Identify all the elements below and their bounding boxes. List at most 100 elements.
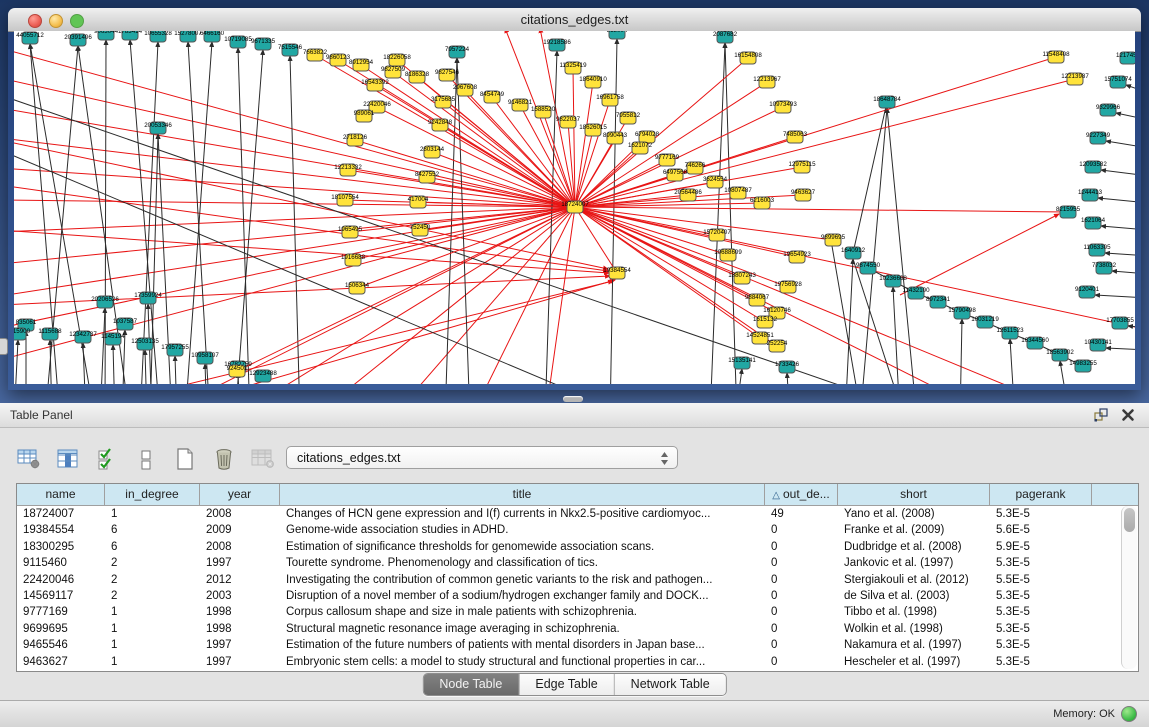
show-columns-icon[interactable] <box>55 447 81 471</box>
table-cell[interactable]: Estimation of the future numbers of pati… <box>280 637 765 653</box>
table-cell[interactable]: 1 <box>105 637 200 653</box>
table-row[interactable]: 911546021997Tourette syndrome. Phenomeno… <box>17 555 1138 571</box>
table-cell[interactable]: Stergiakouli et al. (2012) <box>838 572 990 588</box>
table-cell[interactable]: Nakamura et al. (1997) <box>838 637 990 653</box>
table-cell[interactable]: Yano et al. (2008) <box>838 506 990 522</box>
table-cell[interactable]: 14569117 <box>17 588 105 604</box>
table-cell[interactable]: 2 <box>105 572 200 588</box>
table-row[interactable]: 1872400712008Changes of HCN gene express… <box>17 506 1138 522</box>
table-cell[interactable]: 2 <box>105 588 200 604</box>
new-column-icon[interactable] <box>172 447 198 471</box>
column-header-year[interactable]: year <box>200 484 280 505</box>
table-row[interactable]: 946554611997Estimation of the future num… <box>17 637 1138 653</box>
table-mode-icon[interactable] <box>16 447 42 471</box>
close-icon[interactable] <box>1121 408 1135 422</box>
table-cell[interactable]: 1 <box>105 654 200 670</box>
table-cell[interactable]: 9115460 <box>17 555 105 571</box>
network-graph-canvas[interactable]: 4405571220391406906304417834141065532815… <box>14 31 1135 384</box>
table-cell[interactable]: 2008 <box>200 539 280 555</box>
table-cell[interactable]: 5.9E-5 <box>990 539 1092 555</box>
table-cell[interactable]: Wolkin et al. (1998) <box>838 621 990 637</box>
table-cell[interactable]: 0 <box>765 604 838 620</box>
table-cell[interactable]: 0 <box>765 588 838 604</box>
table-cell[interactable]: 2 <box>105 555 200 571</box>
table-cell[interactable]: 6 <box>105 522 200 538</box>
table-cell[interactable]: 0 <box>765 621 838 637</box>
hidden-panel-handle[interactable] <box>0 338 8 355</box>
table-cell[interactable]: 5.3E-5 <box>990 604 1092 620</box>
table-cell[interactable]: Estimation of significance thresholds fo… <box>280 539 765 555</box>
table-row[interactable]: 1830029562008Estimation of significance … <box>17 539 1138 555</box>
column-header-out-de-[interactable]: △out_de... <box>765 484 838 505</box>
table-cell[interactable]: 0 <box>765 539 838 555</box>
table-cell[interactable]: 5.3E-5 <box>990 621 1092 637</box>
table-cell[interactable]: 1997 <box>200 654 280 670</box>
table-cell[interactable]: Franke et al. (2009) <box>838 522 990 538</box>
column-header-in-degree[interactable]: in_degree <box>105 484 200 505</box>
table-row[interactable]: 969969511998Structural magnetic resonanc… <box>17 621 1138 637</box>
table-selector-dropdown[interactable]: citations_edges.txt <box>286 446 678 469</box>
table-cell[interactable]: Dudbridge et al. (2008) <box>838 539 990 555</box>
table-cell[interactable]: 6 <box>105 539 200 555</box>
table-cell[interactable]: 2008 <box>200 506 280 522</box>
table-cell[interactable]: 1998 <box>200 604 280 620</box>
table-cell[interactable]: 22420046 <box>17 572 105 588</box>
unselect-all-icon[interactable] <box>133 447 159 471</box>
table-cell[interactable]: 5.3E-5 <box>990 555 1092 571</box>
table-cell[interactable]: 5.3E-5 <box>990 654 1092 670</box>
table-cell[interactable]: 1997 <box>200 637 280 653</box>
table-cell[interactable]: 5.6E-5 <box>990 522 1092 538</box>
table-cell[interactable]: 18300295 <box>17 539 105 555</box>
table-cell[interactable]: 1998 <box>200 621 280 637</box>
select-all-icon[interactable] <box>94 447 120 471</box>
panel-splitter-handle[interactable] <box>563 396 583 402</box>
table-cell[interactable]: 0 <box>765 654 838 670</box>
table-cell[interactable]: Tourette syndrome. Phenomenology and cla… <box>280 555 765 571</box>
table-cell[interactable]: 5.5E-5 <box>990 572 1092 588</box>
column-header-title[interactable]: title <box>280 484 765 505</box>
table-cell[interactable]: 1 <box>105 604 200 620</box>
table-cell[interactable]: 1 <box>105 621 200 637</box>
table-cell[interactable]: Changes of HCN gene expression and I(f) … <box>280 506 765 522</box>
memory-ok-indicator[interactable] <box>1121 706 1137 722</box>
table-cell[interactable]: Disruption of a novel member of a sodium… <box>280 588 765 604</box>
table-cell[interactable]: Structural magnetic resonance image aver… <box>280 621 765 637</box>
table-row[interactable]: 1456911722003Disruption of a novel membe… <box>17 588 1138 604</box>
table-cell[interactable]: Tibbo et al. (1998) <box>838 604 990 620</box>
column-header-name[interactable]: name <box>17 484 105 505</box>
table-row[interactable]: 977716911998Corpus callosum shape and si… <box>17 604 1138 620</box>
table-cell[interactable]: 2003 <box>200 588 280 604</box>
table-cell[interactable]: 19384554 <box>17 522 105 538</box>
table-cell[interactable]: 9699695 <box>17 621 105 637</box>
table-cell[interactable]: 2009 <box>200 522 280 538</box>
table-cell[interactable]: 5.3E-5 <box>990 588 1092 604</box>
table-cell[interactable]: 5.3E-5 <box>990 506 1092 522</box>
table-cell[interactable]: de Silva et al. (2003) <box>838 588 990 604</box>
table-cell[interactable]: Genome-wide association studies in ADHD. <box>280 522 765 538</box>
table-cell[interactable]: 18724007 <box>17 506 105 522</box>
table-cell[interactable]: 1997 <box>200 555 280 571</box>
table-cell[interactable]: 49 <box>765 506 838 522</box>
tab-node-table[interactable]: Node Table <box>423 674 519 695</box>
table-cell[interactable]: 1 <box>105 506 200 522</box>
table-cell[interactable]: Investigating the contribution of common… <box>280 572 765 588</box>
table-cell[interactable]: 0 <box>765 637 838 653</box>
table-cell[interactable]: Hescheler et al. (1997) <box>838 654 990 670</box>
tab-edge-table[interactable]: Edge Table <box>519 674 614 695</box>
tab-network-table[interactable]: Network Table <box>615 674 726 695</box>
table-cell[interactable]: 9777169 <box>17 604 105 620</box>
table-cell[interactable]: 5.3E-5 <box>990 637 1092 653</box>
column-header-short[interactable]: short <box>838 484 990 505</box>
scrollbar-thumb[interactable] <box>1124 508 1135 532</box>
table-cell[interactable]: 9465546 <box>17 637 105 653</box>
table-cell[interactable]: 0 <box>765 555 838 571</box>
table-cell[interactable]: 2012 <box>200 572 280 588</box>
delete-columns-icon[interactable] <box>211 447 237 471</box>
table-cell[interactable]: Jankovic et al. (1997) <box>838 555 990 571</box>
column-header-pagerank[interactable]: pagerank <box>990 484 1092 505</box>
table-cell[interactable]: 0 <box>765 522 838 538</box>
table-cell[interactable]: Corpus callosum shape and size in male p… <box>280 604 765 620</box>
table-row[interactable]: 946362711997Embryonic stem cells: a mode… <box>17 654 1138 670</box>
table-row[interactable]: 2242004622012Investigating the contribut… <box>17 572 1138 588</box>
table-cell[interactable]: 9463627 <box>17 654 105 670</box>
